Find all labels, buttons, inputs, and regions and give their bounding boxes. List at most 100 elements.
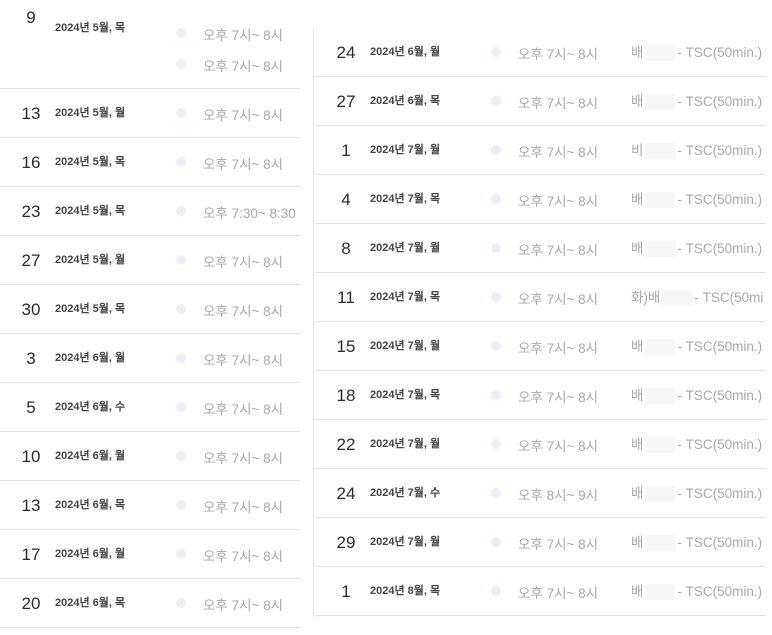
schedule-row[interactable]: 8 2024년 7월, 월 오후 7시~ 8시 배 - TSC(50min.) [314,224,766,273]
redacted-text [645,486,676,503]
status-dot [491,194,501,204]
description-prefix: 배 [631,45,644,60]
date-label: 2024년 6월, 월 [55,450,126,462]
day-number: 3 [26,349,36,368]
status-dot [491,341,501,351]
status-dot [491,145,501,155]
schedule-row[interactable]: 16 2024년 5월, 목 오후 7시~ 8시 [0,138,300,187]
redacted-text [645,535,676,552]
date-label: 2024년 6월, 월 [55,352,126,364]
schedule-row[interactable]: 27 2024년 5월, 월 오후 7시~ 8시 [0,236,300,285]
time-range: 오후 7시~ 8시 [518,292,599,307]
description-prefix: 배 [631,437,644,452]
day-number: 24 [336,43,356,62]
day-number: 17 [21,545,41,564]
day-number: 1 [341,582,351,601]
schedule-row[interactable]: 1 2024년 7월, 월 오후 7시~ 8시 비 - TSC(50min.) [314,126,766,175]
session-description: 배 - TSC(50min.) [631,567,762,616]
schedule-row[interactable]: 4 2024년 7월, 목 오후 7시~ 8시 배 - TSC(50min.) [314,175,766,224]
status-dot [176,206,186,216]
schedule-row[interactable]: 13 2024년 5월, 월 오후 7시~ 8시 [0,89,300,138]
date-label: 2024년 5월, 월 [55,254,126,266]
time-range: 오후 7시~ 8시 [203,451,284,466]
redacted-text [645,45,676,62]
schedule-row[interactable]: 22 2024년 7월, 월 오후 7시~ 8시 배 - TSC(50min.) [314,420,766,469]
status-dot [176,59,186,69]
schedule-row[interactable]: 24 2024년 6월, 월 오후 7시~ 8시 배 - TSC(50min.) [314,28,766,77]
schedule-row[interactable]: 30 2024년 5월, 목 오후 7시~ 8시 [0,285,300,334]
status-dot [176,598,186,608]
status-dot [176,549,186,559]
time-range: 오후 7시~ 8시 [518,341,599,356]
session-description: 비 - TSC(50min.) [631,126,762,175]
description-suffix: - TSC(50min.) [677,94,763,109]
status-dot [176,500,186,510]
status-dot [491,96,501,106]
day-number: 22 [336,435,356,454]
day-number: 9 [26,8,36,27]
date-label: 2024년 7월, 목 [370,389,441,401]
day-number: 13 [21,496,41,515]
status-dot [491,390,501,400]
schedule-row[interactable]: 11 2024년 7월, 목 오후 7시~ 8시 화)배 - TSC(50mi [314,273,766,322]
date-label: 2024년 6월, 월 [370,46,441,58]
schedule-row[interactable]: 1 2024년 8월, 목 오후 7시~ 8시 배 - TSC(50min.) [314,567,766,616]
time-range: 오후 7시~ 8시 [203,28,284,43]
schedule-row[interactable]: 13 2024년 6월, 목 오후 7시~ 8시 [0,481,300,530]
status-dot [491,488,501,498]
date-label: 2024년 6월, 수 [55,401,126,413]
time-range: 오후 7시~ 8시 [203,549,284,564]
redacted-text [645,94,676,111]
date-label: 2024년 5월, 목 [55,303,126,315]
session-description: 배 - TSC(50min.) [631,224,762,273]
session-description: 배 - TSC(50min.) [631,28,762,77]
schedule-row[interactable]: 3 2024년 6월, 월 오후 7시~ 8시 [0,334,300,383]
schedule-row[interactable]: 5 2024년 6월, 수 오후 7시~ 8시 [0,383,300,432]
status-dot [491,47,501,57]
description-prefix: 배 [631,94,644,109]
schedule-row[interactable]: 24 2024년 7월, 수 오후 8시~ 9시 배 - TSC(50min.) [314,469,766,518]
session-description: 화)배 - TSC(50mi [631,273,763,322]
description-prefix: 화)배 [631,290,661,305]
schedule-row[interactable]: 27 2024년 6월, 목 오후 7시~ 8시 배 - TSC(50min.) [314,77,766,126]
schedule-row[interactable]: 29 2024년 7월, 월 오후 7시~ 8시 배 - TSC(50min.) [314,518,766,567]
description-suffix: - TSC(50min.) [677,192,763,207]
time-range: 오후 7시~ 8시 [518,47,599,62]
day-number: 5 [26,398,36,417]
description-suffix: - TSC(50min.) [677,535,763,550]
description-suffix: - TSC(50min.) [677,437,763,452]
date-label: 2024년 6월, 월 [55,548,126,560]
time-range: 오후 8시~ 9시 [518,488,599,503]
schedule-row[interactable]: 10 2024년 6월, 월 오후 7시~ 8시 [0,432,300,481]
schedule-row[interactable]: 23 2024년 5월, 목 오후 7:30~ 8:30 [0,187,300,236]
session-description: 배 - TSC(50min.) [631,77,762,126]
schedule-row[interactable]: 15 2024년 7월, 월 오후 7시~ 8시 배 - TSC(50min.) [314,322,766,371]
description-suffix: - TSC(50min.) [677,339,763,354]
status-dot [176,304,186,314]
schedule-row[interactable]: 9 2024년 5월, 목 오후 7시~ 8시 오후 7시~ 8시 [0,0,300,89]
redacted-text [662,290,693,307]
description-suffix: - TSC(50mi [694,290,764,305]
time-range: 오후 7시~ 8시 [203,500,284,515]
redacted-text [645,143,676,160]
status-dot [176,255,186,265]
time-range: 오후 7시~ 8시 [518,96,599,111]
day-number: 1 [341,141,351,160]
session-description: 배 - TSC(50min.) [631,518,762,567]
schedule-row[interactable]: 20 2024년 6월, 목 오후 7시~ 8시 [0,579,300,628]
schedule-row[interactable]: 17 2024년 6월, 월 오후 7시~ 8시 [0,530,300,579]
description-suffix: - TSC(50min.) [677,241,763,256]
schedule-row[interactable]: 18 2024년 7월, 목 오후 7시~ 8시 배 - TSC(50min.) [314,371,766,420]
day-number: 24 [336,484,356,503]
left-schedule-list: 9 2024년 5월, 목 오후 7시~ 8시 오후 7시~ 8시 13 2024년 5월… [0,0,313,635]
date-label: 2024년 7월, 월 [370,242,441,254]
date-label: 2024년 8월, 목 [370,585,441,597]
time-range: 오후 7시~ 8시 [518,439,599,454]
status-dot [491,586,501,596]
date-label: 2024년 7월, 목 [370,193,441,205]
date-label: 2024년 5월, 월 [55,107,126,119]
status-dot [176,402,186,412]
time-range: 오후 7시~ 8시 [203,255,284,270]
session-description: 배 - TSC(50min.) [631,420,762,469]
description-prefix: 배 [631,241,644,256]
